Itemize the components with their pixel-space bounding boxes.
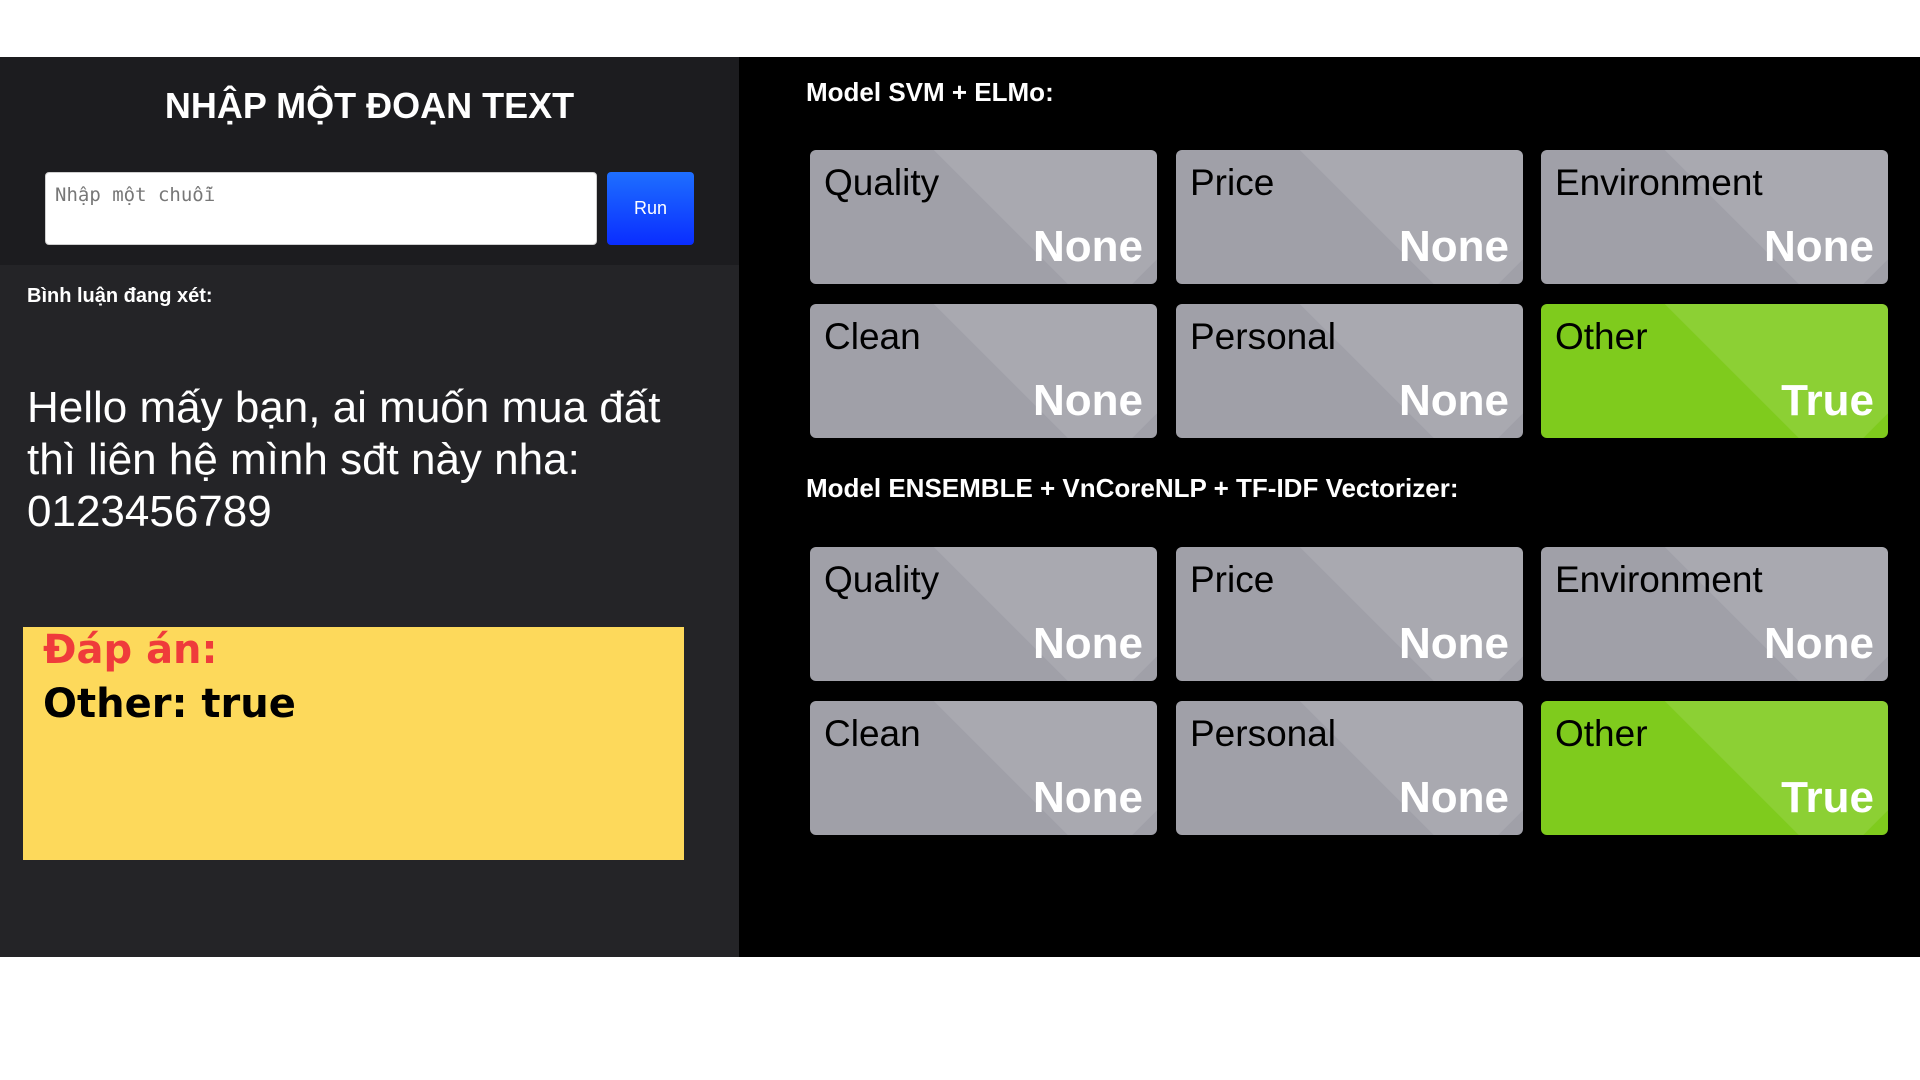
card-value: None bbox=[1399, 222, 1509, 271]
card-category: Clean bbox=[824, 316, 921, 357]
card-category: Price bbox=[1190, 162, 1275, 203]
card-category: Price bbox=[1190, 559, 1275, 600]
result-card-personal: Personal None bbox=[1176, 701, 1523, 835]
input-panel: NHẬP MỘT ĐOẠN TEXT Run Bình luận đang xé… bbox=[0, 57, 739, 957]
results-panel: Model SVM + ELMo: Quality None Price Non… bbox=[739, 57, 1920, 957]
results-grid-ensemble: Quality None Price None Environment None… bbox=[810, 547, 1901, 835]
result-card-environment: Environment None bbox=[1541, 547, 1888, 681]
card-value: None bbox=[1399, 619, 1509, 668]
card-value: None bbox=[1399, 376, 1509, 425]
result-card-other: Other True bbox=[1541, 701, 1888, 835]
card-value: None bbox=[1033, 222, 1143, 271]
model-title-ensemble: Model ENSEMBLE + VnCoreNLP + TF-IDF Vect… bbox=[806, 473, 1459, 503]
text-input[interactable] bbox=[45, 172, 597, 245]
card-value: None bbox=[1399, 773, 1509, 822]
answer-box: Đáp án: Other: true bbox=[23, 627, 684, 860]
card-category: Environment bbox=[1555, 559, 1763, 600]
answer-value: Other: true bbox=[43, 681, 296, 727]
page-title: NHẬP MỘT ĐOẠN TEXT bbox=[164, 85, 575, 126]
answer-title: Đáp án: bbox=[43, 627, 218, 673]
card-value: None bbox=[1764, 619, 1874, 668]
model-title-svm: Model SVM + ELMo: bbox=[806, 77, 1054, 107]
result-card-price: Price None bbox=[1176, 150, 1523, 284]
comment-label: Bình luận đang xét: bbox=[27, 285, 213, 307]
card-category: Personal bbox=[1190, 316, 1337, 357]
result-card-clean: Clean None bbox=[810, 304, 1157, 438]
card-category: Quality bbox=[824, 162, 940, 203]
card-category: Quality bbox=[824, 559, 940, 600]
comment-text: Hello mấy bạn, ai muốn mua đất thì liên … bbox=[27, 383, 661, 536]
card-category: Other bbox=[1555, 713, 1648, 754]
card-category: Clean bbox=[824, 713, 921, 754]
results-grid-svm: Quality None Price None Environment None… bbox=[810, 150, 1901, 438]
result-card-environment: Environment None bbox=[1541, 150, 1888, 284]
result-card-quality: Quality None bbox=[810, 150, 1157, 284]
input-header: NHẬP MỘT ĐOẠN TEXT Run bbox=[0, 57, 739, 265]
result-card-quality: Quality None bbox=[810, 547, 1157, 681]
result-card-price: Price None bbox=[1176, 547, 1523, 681]
card-value: True bbox=[1781, 376, 1874, 425]
card-value: None bbox=[1764, 222, 1874, 271]
result-card-personal: Personal None bbox=[1176, 304, 1523, 438]
run-button[interactable]: Run bbox=[607, 172, 694, 245]
card-value: None bbox=[1033, 773, 1143, 822]
card-value: None bbox=[1033, 619, 1143, 668]
result-card-clean: Clean None bbox=[810, 701, 1157, 835]
result-card-other: Other True bbox=[1541, 304, 1888, 438]
app-container: NHẬP MỘT ĐOẠN TEXT Run Bình luận đang xé… bbox=[0, 57, 1920, 957]
card-value: None bbox=[1033, 376, 1143, 425]
card-category: Environment bbox=[1555, 162, 1763, 203]
card-value: True bbox=[1781, 773, 1874, 822]
card-category: Personal bbox=[1190, 713, 1337, 754]
card-category: Other bbox=[1555, 316, 1648, 357]
